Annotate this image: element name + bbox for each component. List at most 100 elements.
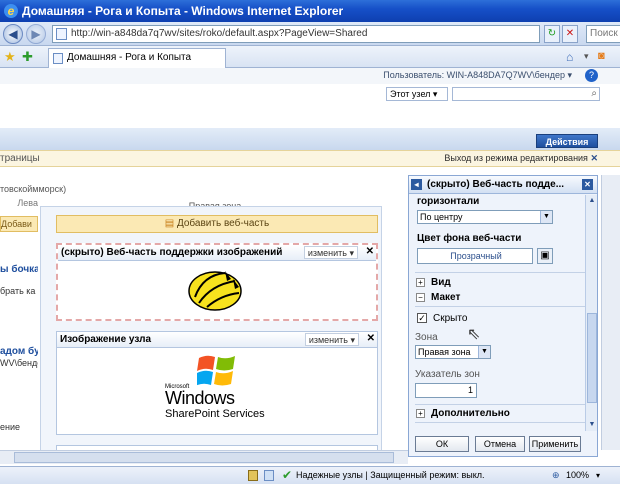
search-icon[interactable]: ⌕ — [591, 88, 597, 99]
zoom-icon: ⊕ — [552, 470, 560, 480]
webpart-title: Изображение узла — [60, 334, 152, 345]
back-arrow-icon[interactable]: ◂ — [411, 179, 422, 190]
left-zone: Добави ы бочка: брать ка адом бу WV\бенд… — [0, 206, 38, 436]
left-item[interactable]: ы бочка: — [0, 264, 38, 275]
add-webpart-icon: ▤ — [164, 218, 175, 229]
hidden-label: Скрыто — [433, 313, 468, 324]
image-placeholder-icon — [188, 271, 242, 311]
collapse-icon: − — [416, 293, 425, 302]
zone-index-input[interactable]: 1 — [415, 383, 477, 398]
left-item[interactable]: ение — [0, 422, 20, 432]
left-item[interactable]: брать ка — [0, 286, 35, 296]
zoom-level[interactable]: 100% — [566, 467, 589, 484]
section-layout-label: Макет — [431, 292, 461, 303]
page-crumb: товскоймморск) — [0, 184, 67, 194]
zone-index-label: Указатель зон — [415, 369, 480, 380]
webpart-title: (скрыто) Веб-часть поддержки изображений — [61, 247, 283, 258]
left-item[interactable]: адом бу — [0, 346, 38, 357]
back-icon[interactable]: ◀ — [3, 24, 23, 44]
webpart-image-hidden: (скрыто) Веб-часть поддержки изображений… — [56, 243, 378, 321]
section-layout[interactable]: − Макет — [416, 292, 460, 303]
webpart-header: Изображение узла изменить ▾ ✕ — [57, 332, 377, 348]
window-titlebar: e Домашняя - Рога и Копыта - Windows Int… — [0, 0, 620, 22]
address-field[interactable]: http://win-a848da7q7wv/sites/roko/defaul… — [52, 25, 540, 43]
add-favorites-icon[interactable]: ✚ — [22, 49, 33, 65]
apply-button[interactable]: Применить — [529, 436, 581, 452]
color-picker-icon[interactable]: ▣ — [537, 248, 553, 264]
h-align-select[interactable]: По центру ▼ — [417, 210, 553, 224]
tool-pane-title: (скрыто) Веб-часть подде... — [427, 179, 565, 190]
close-icon: ✕ — [590, 153, 598, 163]
site-actions-button[interactable]: Действия узла ▾ — [536, 134, 598, 161]
bg-color-select[interactable]: Прозрачный — [417, 248, 533, 264]
bg-color-label: Цвет фона веб-части — [417, 233, 522, 244]
edit-menu-button[interactable]: изменить ▾ — [304, 333, 359, 346]
site-search-input[interactable]: ⌕ — [452, 87, 600, 101]
rss-icon[interactable]: ◙ — [598, 50, 605, 62]
scroll-down-icon[interactable]: ▼ — [586, 419, 598, 431]
section-advanced[interactable]: + Дополнительно — [416, 408, 510, 419]
edit-bar-left: траницы — [0, 153, 40, 164]
ok-button[interactable]: ОК — [415, 436, 469, 452]
right-zone: ▤ Добавить веб-часть (скрыто) Веб-часть … — [40, 206, 382, 463]
add-webpart-button[interactable]: ▤ Добавить веб-часть — [56, 215, 378, 233]
section-view[interactable]: + Вид — [416, 277, 451, 288]
home-icon[interactable]: ⌂ — [566, 50, 573, 64]
h-align-value: По центру — [420, 212, 463, 222]
favorites-star-icon[interactable]: ★ — [4, 49, 16, 65]
search-input[interactable]: Поиск — [586, 25, 620, 43]
user-menu[interactable]: Пользователь: WIN-A848DA7Q7WV\бендер ▾ — [383, 70, 572, 81]
exit-edit-label: Выход из режима редактирования — [444, 153, 588, 163]
site-header-band — [0, 128, 620, 150]
stop-icon[interactable]: ✕ — [562, 25, 578, 43]
status-bar: ✔ Надежные узлы | Защищенный режим: выкл… — [0, 466, 620, 484]
divider — [415, 422, 585, 423]
scroll-thumb[interactable] — [587, 313, 597, 403]
help-icon[interactable]: ? — [585, 69, 598, 82]
search-scope-select[interactable]: Этот узел ▾ — [386, 87, 448, 101]
checkmark-icon: ✔ — [282, 468, 293, 482]
tool-pane-scrollbar[interactable]: ▲ ▼ — [585, 195, 597, 431]
security-zone[interactable]: Надежные узлы | Защищенный режим: выкл. — [296, 467, 485, 484]
refresh-icon[interactable]: ↻ — [544, 25, 560, 43]
add-webpart-label: Добавить веб-часть — [176, 218, 270, 229]
tool-pane-header: ◂ (скрыто) Веб-часть подде... ✕ — [409, 176, 597, 194]
scroll-up-icon[interactable]: ▲ — [586, 195, 598, 207]
close-icon[interactable]: ✕ — [367, 333, 375, 345]
tool-pane: ◂ (скрыто) Веб-часть подде... ✕ ▲ ▼ гори… — [408, 175, 598, 457]
divider — [415, 272, 585, 273]
hidden-checkbox[interactable]: ✓ — [417, 313, 427, 323]
edit-mode-bar: траницы Выход из режима редактирования ✕ — [0, 150, 620, 167]
edit-menu-button[interactable]: изменить ▾ — [303, 246, 358, 259]
close-icon[interactable]: ✕ — [366, 246, 374, 258]
cancel-button[interactable]: Отмена — [475, 436, 525, 452]
bg-color-value: Прозрачный — [450, 251, 502, 261]
h-align-label: горизонтали — [417, 196, 480, 207]
webpart-site-image: Изображение узла изменить ▾ ✕ Microsoft … — [56, 331, 378, 435]
left-add-label: Добави — [1, 219, 32, 229]
chevron-down-icon[interactable]: ▾ — [584, 51, 589, 62]
windows-sharepoint-logo: Microsoft Windows SharePoint Services — [157, 354, 277, 424]
address-toolbar: ◀ ▶ http://win-a848da7q7wv/sites/roko/de… — [0, 22, 620, 46]
chevron-down-icon[interactable]: ▾ — [596, 467, 600, 484]
hscroll-thumb[interactable] — [14, 452, 394, 463]
ie-icon: e — [4, 4, 18, 18]
logo-windows: Windows — [165, 388, 235, 408]
zone-select[interactable]: Правая зона ▼ — [415, 345, 491, 359]
address-url: http://win-a848da7q7wv/sites/roko/defaul… — [71, 28, 368, 39]
page-vscrollbar[interactable] — [601, 175, 620, 450]
left-add-webpart-button[interactable]: Добави — [0, 216, 38, 232]
divider — [415, 404, 585, 405]
page-hscrollbar[interactable] — [0, 450, 408, 464]
divider — [415, 306, 585, 307]
tab-home[interactable]: Домашняя - Рога и Копыта — [48, 48, 226, 68]
tab-toolbar: ★ ✚ Домашняя - Рога и Копыта ⌂ ▾ ◙ — [0, 46, 620, 68]
scope-value: Этот узел — [390, 89, 431, 99]
close-icon[interactable]: ✕ — [582, 179, 593, 190]
section-advanced-label: Дополнительно — [431, 408, 510, 419]
chevron-down-icon: ▼ — [540, 211, 552, 223]
left-item[interactable]: WV\бенде — [0, 358, 38, 368]
exit-edit-mode-link[interactable]: Выход из режима редактирования ✕ — [444, 153, 598, 164]
forward-icon[interactable]: ▶ — [26, 24, 46, 44]
expand-icon: + — [416, 278, 425, 287]
